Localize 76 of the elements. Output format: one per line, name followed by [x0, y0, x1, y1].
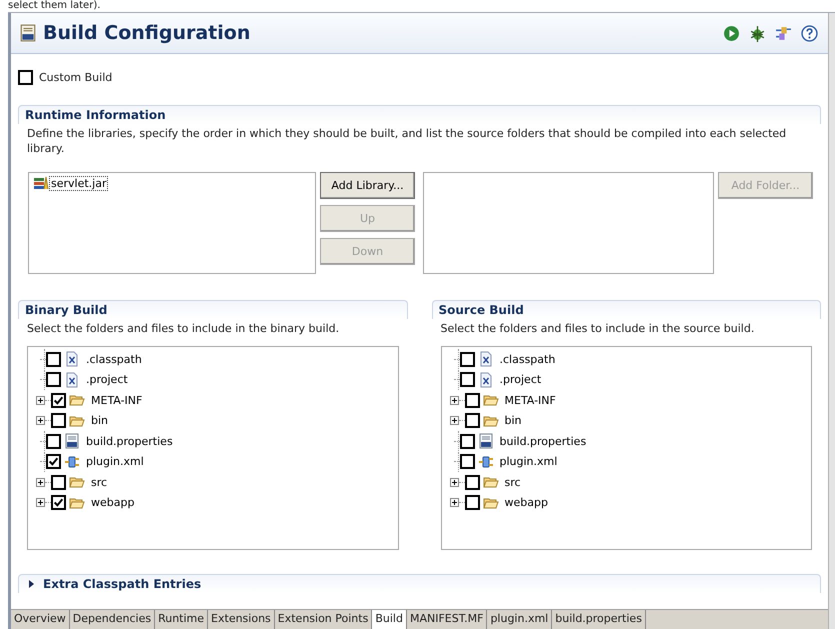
library-list[interactable]: servlet.jar [28, 172, 316, 274]
checkbox[interactable] [464, 474, 480, 490]
caption-text: select them later). [7, 0, 102, 12]
checkbox[interactable] [46, 372, 61, 388]
xml-file-icon [64, 372, 80, 388]
tree-item[interactable]: .classpath [86, 352, 142, 366]
tab[interactable]: Extensions [208, 610, 275, 629]
checkbox[interactable] [51, 495, 66, 510]
tab[interactable]: plugin.xml [487, 610, 552, 629]
checkbox[interactable] [464, 392, 480, 408]
run-icon[interactable] [723, 24, 740, 42]
expand-icon[interactable] [450, 416, 458, 426]
expand-icon[interactable] [36, 478, 45, 487]
tree-item[interactable]: build.properties [500, 434, 586, 448]
tree-item[interactable]: webapp [504, 496, 548, 510]
checkbox[interactable] [464, 413, 480, 428]
tab[interactable]: Overview [11, 610, 70, 629]
section-header[interactable]: Extra Classpath Entries [18, 574, 821, 593]
expand-icon[interactable] [450, 396, 458, 405]
expand-icon[interactable] [27, 580, 35, 588]
binary-file-icon [19, 24, 37, 42]
button[interactable]: Add Library... [320, 172, 415, 199]
section-description: Select the folders and files to include in the binary build. [26, 321, 340, 336]
tree-item[interactable]: META-INF [91, 394, 142, 407]
checkbox[interactable] [460, 454, 474, 470]
checkbox[interactable] [464, 495, 480, 510]
tree-item[interactable]: .project [86, 373, 128, 386]
section-header: Binary Build [18, 300, 408, 319]
binary-file-icon [64, 433, 80, 450]
checkbox[interactable] [460, 434, 474, 449]
checkbox[interactable] [460, 352, 474, 367]
xml-file-icon [478, 372, 494, 388]
list-item[interactable]: servlet.jar [49, 176, 108, 190]
expand-icon[interactable] [450, 498, 458, 508]
tree-item[interactable]: bin [91, 414, 108, 428]
expand-icon[interactable] [450, 478, 458, 487]
checkbox[interactable] [51, 392, 66, 408]
xml-file-icon [478, 351, 494, 368]
tab[interactable]: build.properties [552, 610, 646, 629]
tree-item[interactable]: src [504, 476, 521, 489]
section-header: Source Build [432, 300, 821, 319]
section-description: Define the libraries, specify the order in which they should be built, and list the source folders that should be compiled into each selected library. [26, 126, 788, 156]
expand-icon[interactable] [36, 498, 45, 508]
file-tree[interactable]: .classpath .project META-INF bin build.properties plugin.xml src webapp [27, 346, 398, 550]
tree-item[interactable]: .classpath [500, 352, 556, 366]
checkbox-label: Custom Build [39, 71, 112, 84]
bug-icon[interactable] [749, 24, 766, 42]
help-icon[interactable] [801, 24, 818, 42]
checkbox[interactable] [46, 352, 61, 367]
tree-item[interactable]: bin [504, 414, 522, 428]
section-header: Runtime Information [18, 105, 821, 124]
expand-icon[interactable] [36, 396, 45, 405]
checkbox[interactable] [46, 434, 61, 449]
tree-item[interactable]: src [91, 476, 108, 489]
file-tree[interactable]: .classpath .project META-INF bin build.properties plugin.xml src webapp [440, 346, 812, 550]
xml-file-icon [64, 351, 80, 368]
checkbox[interactable] [18, 70, 33, 85]
tree-item[interactable]: META-INF [504, 394, 556, 407]
tab[interactable]: Dependencies [70, 610, 156, 629]
section-description: Select the folders and files to include in the source build. [440, 321, 756, 336]
tree-item[interactable]: webapp [91, 496, 134, 510]
tree-item[interactable]: plugin.xml [500, 455, 558, 468]
binary-file-icon [478, 433, 494, 450]
checkbox[interactable] [51, 413, 66, 428]
checkbox[interactable] [51, 474, 66, 490]
expand-icon[interactable] [36, 416, 45, 426]
tab[interactable]: Build [372, 610, 407, 629]
checkbox[interactable] [46, 454, 61, 470]
checkbox[interactable] [460, 372, 474, 388]
tree-item[interactable]: plugin.xml [86, 455, 144, 468]
tree-item[interactable]: .project [500, 373, 542, 386]
editor-title: Build Configuration [43, 22, 250, 44]
tab[interactable]: Runtime [155, 610, 208, 629]
tree-item[interactable]: build.properties [86, 434, 173, 448]
tab[interactable]: MANIFEST.MF [406, 610, 488, 629]
jar-icon [33, 175, 49, 191]
